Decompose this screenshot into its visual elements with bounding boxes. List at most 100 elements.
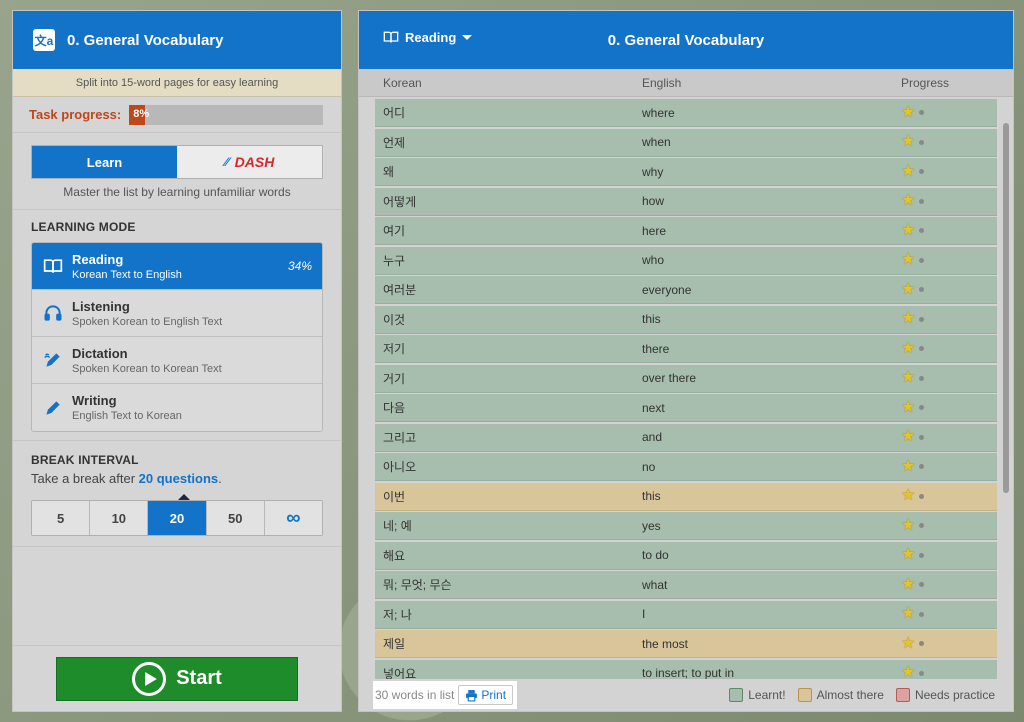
- table-row[interactable]: 어떻게 how ★: [375, 187, 997, 216]
- learning-panel: 文a 0. General Vocabulary Split into 15-w…: [12, 10, 342, 712]
- table-row[interactable]: 이번 this ★: [375, 482, 997, 511]
- headphones-icon: [42, 302, 64, 324]
- korean-word: 제일: [383, 637, 406, 651]
- mode-subtitle: English Text to Korean: [72, 410, 182, 422]
- progress-indicator: ★: [895, 487, 925, 504]
- english-word: and: [642, 430, 663, 444]
- korean-word: 해요: [383, 548, 406, 563]
- start-area: Start: [13, 645, 341, 711]
- progress-indicator: ★: [895, 193, 925, 209]
- table-row[interactable]: 이것 this ★: [375, 305, 997, 334]
- book-icon: [42, 255, 64, 277]
- print-label: Print: [481, 688, 507, 702]
- korean-word: 어디: [383, 106, 406, 120]
- task-progress-label: Task progress:: [29, 107, 122, 122]
- table-row[interactable]: 여기 here ★: [375, 217, 997, 245]
- mode-title: Dictation: [72, 345, 128, 361]
- legend-swatch-needs: [895, 688, 910, 702]
- table-row[interactable]: 어디 where ★: [375, 99, 997, 127]
- interval-option-20[interactable]: 20: [148, 501, 207, 535]
- interval-option-10[interactable]: 10: [90, 501, 149, 535]
- english-word: over there: [642, 371, 697, 385]
- dot-icon: [919, 582, 925, 587]
- star-icon: ★: [901, 546, 916, 563]
- table-row[interactable]: 그리고 and ★: [375, 423, 997, 452]
- table-row[interactable]: 누구 who ★: [375, 246, 997, 275]
- learn-description: Master the list by learning unfamiliar w…: [63, 185, 291, 199]
- learn-mode-toggle: Learn ⁄⁄ DASH: [31, 145, 323, 179]
- legend-label: Almost there: [816, 688, 884, 702]
- mode-subtitle: Spoken Korean to Korean Text: [72, 362, 222, 375]
- progress-indicator: ★: [895, 546, 925, 563]
- interval-caret-icon: [178, 494, 190, 500]
- pen-sound-icon: [42, 349, 64, 371]
- table-row[interactable]: 저기 there ★: [375, 335, 997, 363]
- split-note: Split into 15-word pages for easy learni…: [13, 69, 341, 97]
- print-button[interactable]: Print: [458, 685, 514, 705]
- scrollbar[interactable]: [1003, 123, 1009, 493]
- table-row[interactable]: 언제 when ★: [375, 128, 997, 157]
- korean-word: 저; 나: [383, 607, 412, 622]
- table-row[interactable]: 해요 to do ★: [375, 541, 997, 570]
- star-icon: ★: [901, 398, 916, 416]
- korean-word: 거기: [383, 371, 406, 386]
- word-count-box: 30 words in list Print: [373, 681, 518, 709]
- translate-icon: 文a: [33, 29, 55, 51]
- star-icon: ★: [901, 162, 916, 180]
- korean-word: 다음: [383, 401, 406, 415]
- english-word: the most: [642, 636, 689, 651]
- interval-option-infinite[interactable]: ∞: [264, 501, 323, 535]
- table-row[interactable]: 저; 나 I ★: [375, 600, 997, 629]
- dash-button[interactable]: ⁄⁄ DASH: [177, 146, 322, 178]
- interval-option-5[interactable]: 5: [32, 501, 91, 535]
- table-row[interactable]: 아니오 no ★: [375, 453, 997, 481]
- korean-word: 누구: [383, 253, 406, 268]
- break-text-prefix: Take a break after: [31, 471, 139, 486]
- star-icon: ★: [901, 221, 916, 239]
- english-word: this: [642, 312, 661, 326]
- list-footer: 30 words in list Print Learnt! Almost th…: [359, 679, 1013, 711]
- interval-option-50[interactable]: 50: [206, 501, 265, 535]
- table-row[interactable]: 다음 next ★: [375, 394, 997, 422]
- table-row[interactable]: 네; 예 yes ★: [375, 512, 997, 540]
- table-row[interactable]: 넣어요 to insert; to put in ★: [375, 659, 997, 680]
- word-count: 30 words in list: [375, 688, 455, 702]
- legend: Learnt! Almost there Needs practice: [717, 688, 995, 702]
- mode-subtitle: Korean Text to English: [72, 268, 182, 281]
- legend-swatch-almost: [797, 688, 812, 702]
- learn-button[interactable]: Learn: [32, 146, 177, 178]
- dot-icon: [919, 493, 925, 499]
- learn-section: Learn ⁄⁄ DASH Master the list by learnin…: [13, 133, 341, 210]
- table-row[interactable]: 여러분 everyone ★: [375, 276, 997, 304]
- mode-dictation[interactable]: Dictation Spoken Korean to Korean Text: [32, 337, 322, 384]
- mode-dropdown[interactable]: Reading: [383, 29, 473, 45]
- dot-icon: [919, 434, 925, 440]
- star-icon: ★: [901, 487, 916, 504]
- progress-indicator: ★: [895, 104, 925, 121]
- legend-label: Learnt!: [748, 688, 786, 702]
- table-row[interactable]: 뭐; 무엇; 무슨 what ★: [375, 571, 997, 599]
- column-header-progress: Progress: [901, 75, 950, 90]
- korean-word: 뭐; 무엇; 무슨: [383, 578, 452, 592]
- start-button[interactable]: Start: [56, 656, 298, 701]
- mode-writing[interactable]: Writing English Text to Korean: [32, 384, 322, 431]
- table-row[interactable]: 왜 why ★: [375, 158, 997, 186]
- dash-logo-icon: ⁄⁄: [224, 155, 229, 169]
- mode-reading[interactable]: Reading Korean Text to English 34%: [32, 243, 322, 290]
- table-row[interactable]: 거기 over there ★: [375, 364, 997, 393]
- legend-swatch-learnt: [729, 688, 744, 702]
- star-icon: ★: [901, 664, 916, 680]
- mode-listening[interactable]: Listening Spoken Korean to English Text: [32, 290, 322, 337]
- legend-label: Needs practice: [914, 688, 995, 702]
- english-word: how: [642, 194, 665, 208]
- star-icon: ★: [901, 457, 916, 475]
- dot-icon: [919, 405, 925, 410]
- table-row[interactable]: 제일 the most ★: [375, 630, 997, 658]
- mode-title: Listening: [72, 298, 130, 314]
- progress-indicator: ★: [895, 311, 925, 327]
- progress-indicator: ★: [895, 252, 925, 268]
- break-text-suffix: .: [218, 471, 222, 486]
- star-icon: ★: [901, 369, 916, 386]
- start-label: Start: [176, 667, 222, 689]
- english-word: to do: [642, 548, 669, 562]
